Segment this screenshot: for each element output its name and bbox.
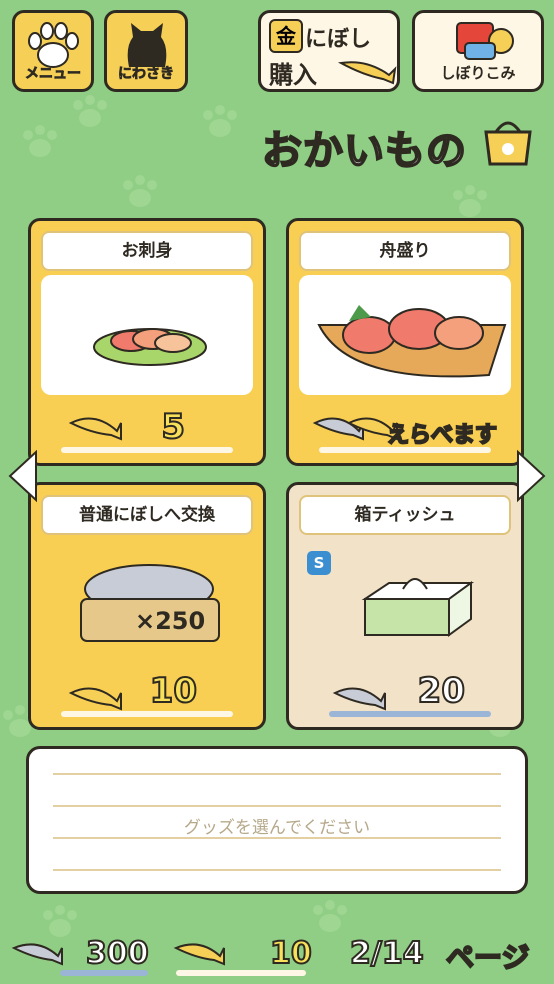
message-box: グッズを選んでください: [26, 746, 528, 894]
item-name: 普通にぼしへ交換: [41, 495, 253, 535]
item-card-funamori[interactable]: 舟盛り えらべます: [286, 218, 524, 466]
next-page-arrow-icon[interactable]: [514, 448, 548, 504]
page-title: おかいもの: [261, 127, 467, 175]
niboshi-crate-icon: [80, 564, 220, 642]
niboshi-count: 300: [85, 935, 150, 972]
prev-page-arrow-icon[interactable]: [6, 448, 40, 504]
filter-label: しぼりこみ: [440, 64, 516, 82]
item-card-tissue[interactable]: 箱ティッシュ S 20: [286, 482, 524, 730]
item-card-exchange[interactable]: 普通にぼしへ交換 ×250 10: [28, 482, 266, 730]
affordability-bar: [319, 447, 491, 453]
page-indicator: 2/14: [349, 935, 425, 972]
item-price: 5: [160, 406, 186, 448]
niboshi-icon: [332, 687, 386, 711]
niboshi-icon: [11, 943, 63, 966]
item-name: 舟盛り: [299, 231, 511, 271]
affordability-bar: [61, 711, 233, 717]
item-image: [41, 275, 253, 395]
gold-niboshi-bar: [176, 970, 306, 976]
crate-count: ×250: [135, 607, 206, 635]
niwasaki-button[interactable]: にわさき: [104, 10, 188, 92]
tissue-box-icon: [361, 578, 475, 637]
filter-items-icon: [456, 22, 514, 60]
item-card-osashimi[interactable]: お刺身 5: [28, 218, 266, 466]
buy-line1: にぼし: [305, 27, 372, 52]
message-text: グッズを選んでください: [183, 818, 371, 838]
menu-label: メニュー: [25, 66, 82, 83]
filter-button[interactable]: しぼりこみ: [412, 10, 544, 92]
gold-niboshi-icon: [337, 61, 397, 85]
gold-niboshi-icon: [68, 417, 122, 441]
niwasaki-label: にわさき: [118, 66, 175, 83]
item-name: 箱ティッシュ: [299, 495, 511, 535]
item-price: 20: [417, 670, 466, 712]
affordability-bar: [61, 447, 233, 453]
gold-niboshi-icon: [68, 687, 122, 711]
sashimi-plate-icon: [93, 328, 207, 366]
item-price: えらべます: [386, 422, 498, 449]
item-image: [299, 539, 511, 659]
item-name: お刺身: [41, 231, 253, 271]
buy-gold-niboshi-button[interactable]: 金 にぼし 購入: [258, 10, 400, 92]
item-price: 10: [149, 670, 198, 712]
buy-line2: 購入: [269, 61, 317, 89]
affordability-bar: [329, 711, 491, 717]
gold-niboshi-count: 10: [269, 935, 313, 972]
gold-niboshi-icon: [173, 943, 225, 966]
gold-badge: 金: [269, 19, 303, 53]
menu-button[interactable]: メニュー: [12, 10, 94, 92]
niboshi-bar: [60, 970, 148, 976]
shopping-bag-icon: [484, 121, 532, 166]
boat-sashimi-icon: [317, 305, 507, 378]
page-label: ページ: [445, 940, 530, 975]
item-image: ×250: [41, 539, 253, 659]
item-image: [299, 275, 511, 395]
